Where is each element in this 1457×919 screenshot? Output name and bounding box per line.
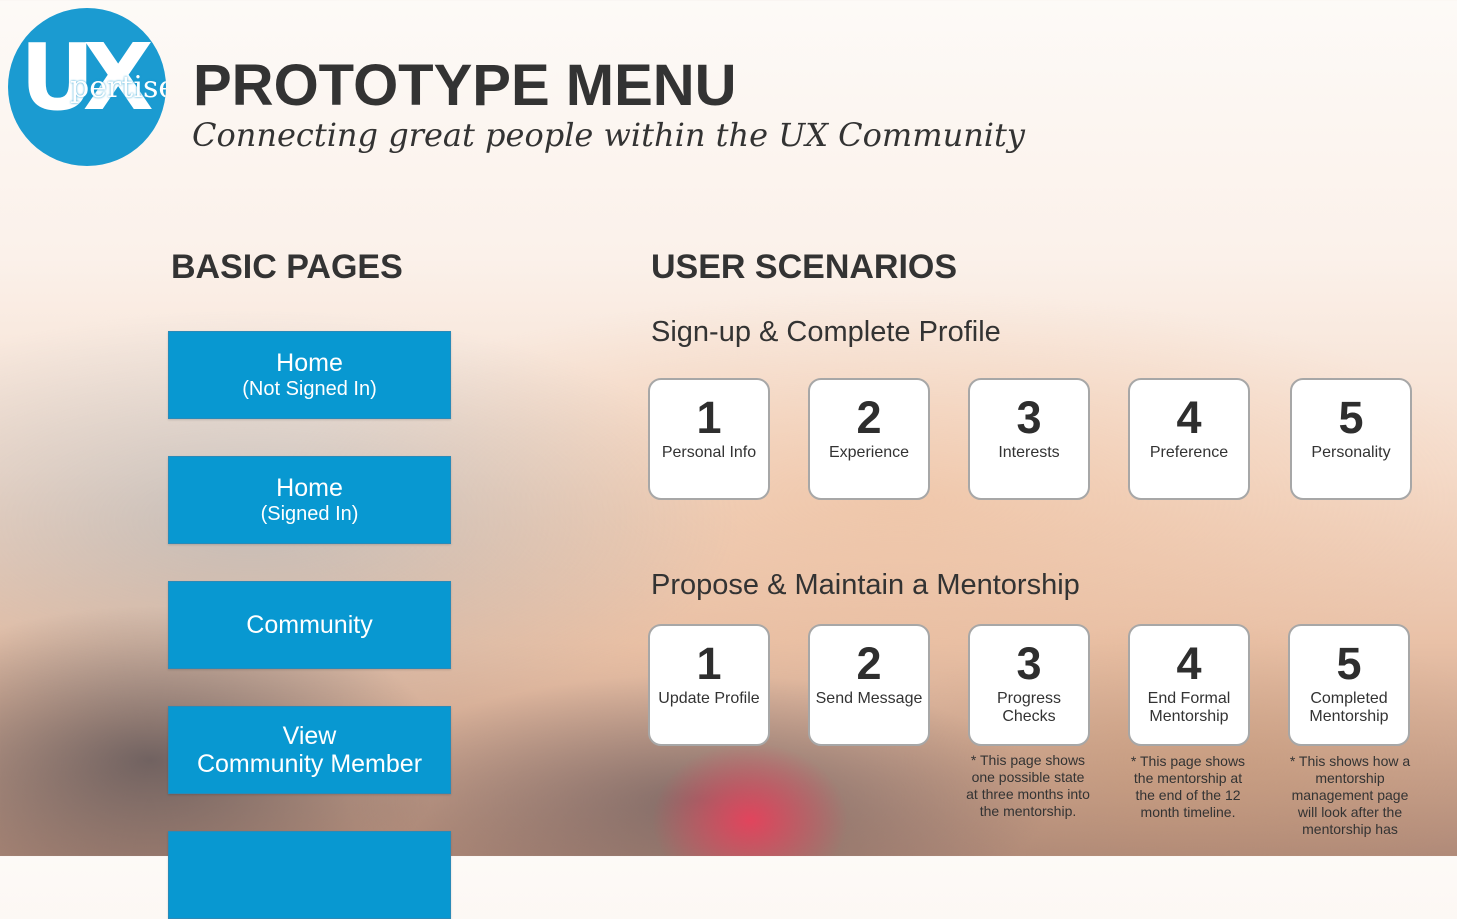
step-label: Update Profile xyxy=(658,690,760,707)
signup-scenario-title: Sign-up & Complete Profile xyxy=(651,316,1001,348)
button-label: View xyxy=(282,722,337,750)
step-number: 1 xyxy=(696,638,722,689)
step-label: Experience xyxy=(828,444,910,461)
signup-step-personality[interactable]: 5 Personality xyxy=(1290,378,1412,500)
step-number: 4 xyxy=(1176,638,1202,689)
uxpertise-logo: UX pertise xyxy=(8,8,166,166)
logo-wordmark: pertise xyxy=(70,70,166,105)
view-community-member-button[interactable]: View Community Member xyxy=(168,706,451,794)
step-number: 2 xyxy=(856,392,882,443)
signup-step-personal-info[interactable]: 1 Personal Info xyxy=(648,378,770,500)
mentorship-step-progress-checks[interactable]: 3 Progress Checks xyxy=(968,624,1090,746)
step-label: Send Message xyxy=(815,690,923,707)
button-label-line2: Community Member xyxy=(196,750,423,778)
button-label: Home xyxy=(276,349,343,377)
step-number: 5 xyxy=(1336,638,1362,689)
page-tagline: Connecting great people within the UX Co… xyxy=(192,116,1025,154)
mentorship-scenario-title: Propose & Maintain a Mentorship xyxy=(651,569,1080,601)
step-label: End Formal Mentorship xyxy=(1147,690,1231,725)
button-label: Community xyxy=(246,611,373,639)
mentorship-step-completed-mentorship[interactable]: 5 Completed Mentorship xyxy=(1288,624,1410,746)
mentorship-step-update-profile[interactable]: 1 Update Profile xyxy=(648,624,770,746)
progress-checks-note: * This page shows one possible state at … xyxy=(966,752,1090,819)
basic-page-button-partial[interactable] xyxy=(168,831,451,919)
step-number: 2 xyxy=(856,638,882,689)
button-sublabel: (Not Signed In) xyxy=(242,378,377,400)
community-button[interactable]: Community xyxy=(168,581,451,669)
button-label: Home xyxy=(276,474,343,502)
mentorship-step-send-message[interactable]: 2 Send Message xyxy=(808,624,930,746)
step-label: Progress Checks xyxy=(996,690,1062,725)
step-label: Personality xyxy=(1311,444,1391,461)
signup-step-preference[interactable]: 4 Preference xyxy=(1128,378,1250,500)
signup-step-experience[interactable]: 2 Experience xyxy=(808,378,930,500)
step-number: 4 xyxy=(1176,392,1202,443)
step-number: 1 xyxy=(696,392,722,443)
step-label: Interests xyxy=(998,444,1060,461)
step-number: 3 xyxy=(1016,392,1042,443)
basic-pages-heading: BASIC PAGES xyxy=(171,248,403,286)
step-number: 5 xyxy=(1338,392,1364,443)
step-label: Completed Mentorship xyxy=(1309,690,1389,725)
page-title: PROTOTYPE MENU xyxy=(193,53,737,118)
user-scenarios-heading: USER SCENARIOS xyxy=(651,248,958,286)
step-number: 3 xyxy=(1016,638,1042,689)
end-formal-mentorship-note: * This page shows the mentorship at the … xyxy=(1130,753,1246,820)
step-label: Preference xyxy=(1149,444,1229,461)
signup-step-interests[interactable]: 3 Interests xyxy=(968,378,1090,500)
completed-mentorship-note: * This shows how a mentorship management… xyxy=(1289,753,1411,837)
mentorship-step-end-formal-mentorship[interactable]: 4 End Formal Mentorship xyxy=(1128,624,1250,746)
button-sublabel: (Signed In) xyxy=(260,503,359,525)
home-not-signed-in-button[interactable]: Home (Not Signed In) xyxy=(168,331,451,419)
home-signed-in-button[interactable]: Home (Signed In) xyxy=(168,456,451,544)
step-label: Personal Info xyxy=(661,444,757,461)
